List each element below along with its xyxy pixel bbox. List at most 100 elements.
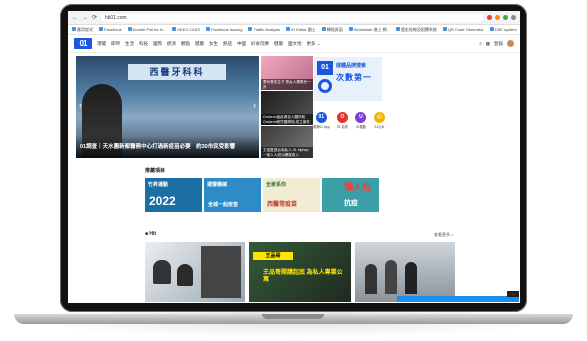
app-label: 01 幼童 (337, 125, 348, 129)
hit-badge: 王品哥 (253, 252, 293, 260)
side-thumb-caption: 泰州長安生子 男女人妻嬰兒一步 (261, 79, 313, 90)
magnifier-icon (318, 79, 332, 93)
bookmark-item[interactable]: 應用程式 (72, 26, 93, 33)
section-title-hit: ■ Hit (145, 231, 157, 237)
url-text: hk01.com (105, 14, 127, 21)
side-thumb-caption: 王祖藍逃台為私人 01 hiphop 一家人人成功爆屎收入 (261, 147, 313, 158)
login-link[interactable]: 登錄 (494, 41, 503, 47)
extension-icon[interactable] (487, 15, 492, 20)
nav-more[interactable]: 更多 ⌄ (307, 41, 321, 47)
hit-figure (153, 260, 171, 284)
grid-icon[interactable]: ▦ (486, 41, 490, 47)
back-icon[interactable]: ← (72, 15, 78, 21)
ad-headline: 次數第一 (336, 73, 372, 82)
side-thumb[interactable]: Omicron疫疾源自人類所知 Omicron研究團隊指 成立案件 (261, 91, 313, 125)
hit-card[interactable] (355, 242, 455, 302)
promo-card[interactable]: 全家系你 西醫常疫苗 (263, 178, 320, 212)
bookmark-item[interactable]: 轉換頁面 (321, 26, 343, 33)
header-actions: ⌕ ▦ 登錄 (479, 40, 514, 47)
promo-title-top: 懶人包 (344, 182, 372, 192)
hero-banner[interactable]: 西醫牙科科 ‹ › 01調查｜天水圍新都醫務中心打過新疫苗必要 約30市民受影響 (76, 56, 259, 158)
hit-card[interactable] (145, 242, 245, 302)
section-title-promo: 推薦項目 (145, 168, 166, 174)
bookmark-item[interactable]: Doodle Poll for N... (127, 27, 166, 32)
app-label: 香港01 App (313, 125, 330, 129)
app-heart-icon: 心 (373, 112, 385, 123)
nav-item[interactable]: 國際 (153, 41, 162, 47)
url-input[interactable]: hk01.com (101, 13, 483, 22)
bookmark-item[interactable]: ID Editor 國土 (286, 26, 316, 33)
ad-text: 媒體品牌搜索 (336, 63, 367, 69)
nav-item[interactable]: 港聞 (97, 41, 106, 47)
nav-item[interactable]: 科技 (139, 41, 148, 47)
corner-badge[interactable]: ⋯ (507, 291, 519, 297)
promo-subtitle: 全家系你 (266, 182, 287, 188)
bookmark-item[interactable]: 歷史長線及相關系統 (395, 26, 437, 33)
hero-caption: 01調查｜天水圍新都醫務中心打過新疫苗必要 約30市民受影響 (76, 136, 259, 158)
hit-figure (365, 264, 377, 294)
bookmark-item[interactable]: Facebook Issuing (206, 27, 242, 32)
promo-card[interactable]: 懶人包 抗疫 (322, 178, 379, 212)
promo-title: 抗疫 (344, 200, 358, 207)
side-thumb[interactable]: 王祖藍逃台為私人 01 hiphop 一家人人成功爆屎收入 (261, 126, 313, 158)
bookmark-item[interactable]: Traffic Analysis (248, 27, 280, 32)
bookmark-item[interactable]: QR Code Generator (442, 27, 484, 32)
forward-icon[interactable]: → (82, 15, 88, 21)
nav-item[interactable]: 健康 (195, 41, 204, 47)
hit-figure (405, 262, 417, 294)
bookmark-item[interactable]: DSE system (489, 27, 517, 32)
app-01-icon: 01 (315, 112, 327, 123)
nav-item[interactable]: 熱話 (223, 41, 232, 47)
see-more-link[interactable]: 查看更多 > (434, 232, 453, 238)
site-logo[interactable]: 01 (74, 38, 92, 49)
search-icon[interactable]: ⌕ (479, 41, 482, 46)
site-header: 01 港聞 即時 生活 科技 國際 經濟 觀點 健康 女生 熱話 中國 好食玩樂… (68, 35, 520, 53)
carousel-prev-icon[interactable]: ‹ (79, 100, 82, 110)
address-bar: ← → ⟳ hk01.com (68, 11, 520, 25)
side-thumb[interactable]: 泰州長安生子 男女人妻嬰兒一步 (261, 56, 313, 90)
bookmarks-bar: 應用程式 Facebook Doodle Poll for N... HKEX … (68, 25, 520, 35)
nav-item[interactable]: 好食玩樂 (251, 41, 269, 47)
extension-icon[interactable] (495, 15, 500, 20)
nav-item[interactable]: 女生 (209, 41, 218, 47)
laptop-notch (262, 314, 324, 319)
hit-figure (177, 264, 193, 286)
side-thumb-caption: Omicron疫疾源自人類所知 Omicron研究團隊指 成立案件 (261, 114, 313, 125)
profile-icon[interactable] (511, 15, 516, 20)
hit-card[interactable]: 王品哥 王品哥開講起底 為私人專業公寓 (249, 242, 351, 302)
extensions (487, 15, 516, 20)
app-link[interactable]: 心 01心水 (373, 112, 385, 129)
app-icons: 01 香港01 App O 01 幼童 U 01運動 心 01心水 (313, 112, 385, 129)
nav-item[interactable]: 觀點 (181, 41, 190, 47)
nav-item[interactable]: 生活 (125, 41, 134, 47)
avatar[interactable] (507, 40, 514, 47)
app-sports-icon: U (355, 112, 367, 123)
promo-title: 全城一起疫苗 (208, 202, 239, 208)
nav-item[interactable]: 經濟 (167, 41, 176, 47)
nav-item[interactable]: 國文地 (288, 41, 302, 47)
app-label: 01運動 (356, 125, 366, 129)
app-link[interactable]: 01 香港01 App (313, 112, 329, 129)
bottom-banner-bar[interactable] (397, 296, 519, 302)
hit-headline: 王品哥開講起底 為私人專業公寓 (263, 270, 343, 284)
promo-card[interactable]: 竹昇運動 2022 (145, 178, 202, 212)
app-link[interactable]: U 01運動 (355, 112, 367, 129)
nav-item[interactable]: 健康 (274, 41, 283, 47)
carousel-next-icon[interactable]: › (253, 100, 256, 110)
nav-item[interactable]: 中國 (237, 41, 246, 47)
reload-icon[interactable]: ⟳ (92, 14, 97, 21)
hit-figure (385, 260, 397, 294)
promo-title: 西醫常疫苗 (267, 202, 298, 208)
app-link[interactable]: O 01 幼童 (336, 112, 348, 129)
promo-card[interactable]: 運營機械 全城一起疫苗 (204, 178, 261, 212)
ad-logo: 01 (317, 61, 333, 75)
bookmark-item[interactable]: Worldwide 澳上 網... (348, 26, 390, 33)
ad-banner[interactable]: 01 媒體品牌搜索 次數第一 (314, 57, 382, 101)
promo-subtitle: 竹昇運動 (148, 182, 169, 188)
promo-subtitle: 運營機械 (207, 182, 228, 188)
nav-item[interactable]: 即時 (111, 41, 120, 47)
bookmark-item[interactable]: Facebook (99, 27, 122, 32)
hero-sign: 西醫牙科科 (128, 64, 226, 80)
extension-icon[interactable] (503, 15, 508, 20)
bookmark-item[interactable]: HKEX CASS (172, 27, 200, 32)
